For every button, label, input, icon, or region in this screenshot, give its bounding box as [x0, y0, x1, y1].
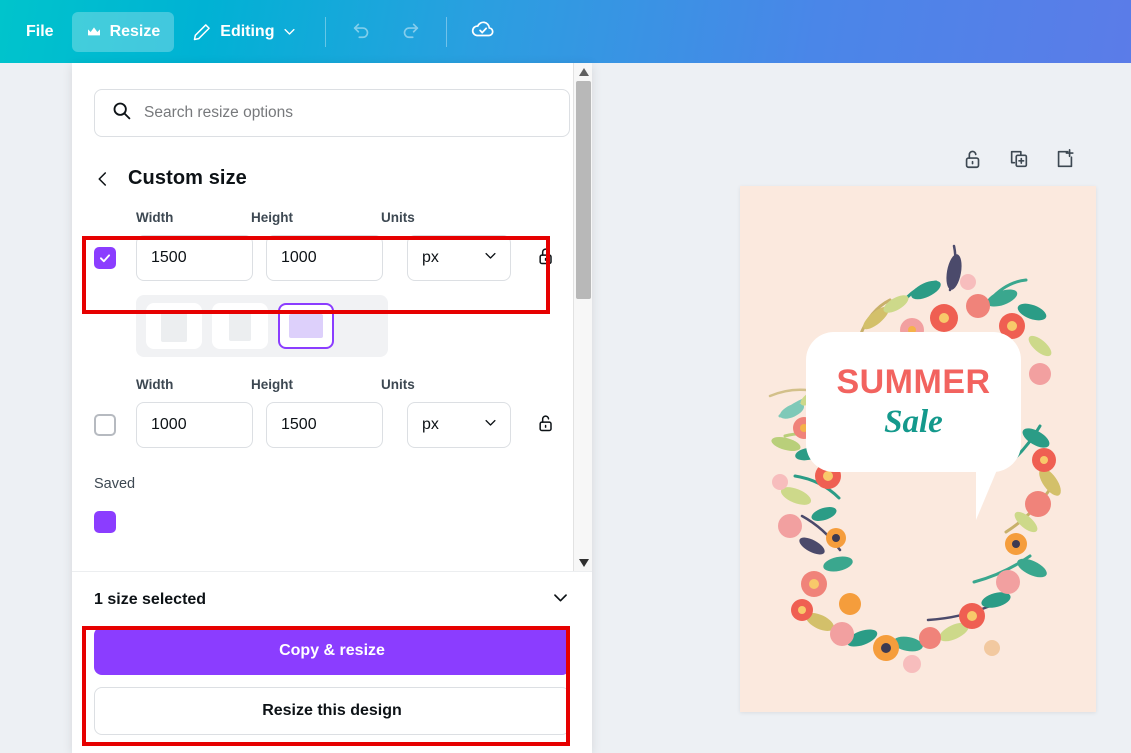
selected-summary-label: 1 size selected: [94, 590, 207, 608]
square-thumbnail-icon: [229, 311, 251, 341]
undo-icon: [351, 18, 373, 45]
undo-button[interactable]: [340, 10, 384, 54]
headline-text: SUMMER: [836, 363, 991, 401]
back-chevron-icon[interactable]: [94, 170, 112, 188]
size-row-2-lock-toggle[interactable]: [533, 412, 559, 438]
resize-this-design-button[interactable]: Resize this design: [94, 687, 570, 735]
add-page-button[interactable]: [1052, 148, 1078, 174]
scrollbar-down-arrow[interactable]: [574, 554, 592, 571]
scrollbar-up-arrow[interactable]: [574, 63, 592, 80]
size-row-1-labels: Width Height Units: [94, 210, 570, 225]
height-label: Height: [251, 210, 293, 225]
size-row-2: px: [94, 398, 570, 452]
lock-icon: [962, 148, 984, 175]
resize-panel: Custom size Width Height Units px: [72, 63, 592, 753]
resize-panel-scroll-area: Custom size Width Height Units px: [72, 63, 592, 571]
redo-icon: [399, 18, 421, 45]
panel-scrollbar[interactable]: [573, 63, 592, 571]
redo-button[interactable]: [388, 10, 432, 54]
search-box[interactable]: [94, 89, 570, 137]
editing-mode-label: Editing: [220, 22, 275, 40]
canva-editor-window: File Resize Editing Search resize option…: [0, 0, 1131, 753]
units-label: Units: [381, 210, 415, 225]
units-label-2: Units: [381, 377, 415, 392]
portrait-thumbnail-icon: [161, 310, 187, 342]
scrollbar-thumb[interactable]: [576, 81, 591, 299]
orientation-option-square[interactable]: [212, 303, 268, 349]
saved-section-label: Saved: [94, 476, 136, 492]
lock-button[interactable]: [960, 148, 986, 174]
file-menu-button[interactable]: File: [12, 12, 68, 52]
pencil-icon: [192, 22, 212, 42]
landscape-thumbnail-icon: [289, 314, 323, 338]
unlock-icon: [536, 413, 556, 438]
unlock-icon: [536, 246, 556, 271]
saved-size-item[interactable]: [94, 500, 570, 544]
canvas-page-tools: [960, 148, 1078, 174]
chevron-down-icon: [483, 248, 498, 268]
size-row-1-height-input[interactable]: [266, 235, 383, 281]
width-label: Width: [136, 210, 174, 225]
resize-button-label: Resize: [109, 22, 161, 40]
search-input[interactable]: [144, 104, 553, 122]
chevron-down-icon: [551, 588, 570, 612]
page-title: Custom size: [128, 167, 247, 189]
copy-and-resize-button[interactable]: Copy & resize: [94, 627, 570, 675]
size-row-2-labels: Width Height Units: [94, 377, 570, 392]
toolbar-divider-1: [325, 16, 327, 47]
size-row-2-width-input[interactable]: [136, 402, 253, 448]
width-label-2: Width: [136, 377, 174, 392]
summer-sale-text-card[interactable]: SUMMER Sale: [806, 332, 1021, 472]
saved-size-checkbox[interactable]: [94, 511, 116, 533]
scroll-fade: [72, 557, 592, 571]
top-toolbar: File Resize Editing: [0, 0, 1131, 63]
size-row-2-units-select[interactable]: px: [407, 402, 511, 448]
size-row-2-units-value: px: [422, 416, 439, 433]
orientation-option-portrait[interactable]: [146, 303, 202, 349]
size-row-1: px: [94, 231, 570, 285]
add-page-icon: [1054, 148, 1076, 175]
cloud-saved-button[interactable]: [461, 10, 505, 54]
size-row-1-lock-toggle[interactable]: [533, 245, 559, 271]
design-canvas[interactable]: SUMMER Sale: [740, 186, 1096, 712]
orientation-selector: [136, 295, 388, 357]
duplicate-page-icon: [1008, 148, 1030, 175]
selected-summary-bar[interactable]: 1 size selected: [72, 571, 592, 627]
size-row-1-units-select[interactable]: px: [407, 235, 511, 281]
breadcrumb: Custom size: [94, 167, 570, 190]
subline-text: Sale: [884, 404, 943, 440]
toolbar-divider-2: [446, 16, 448, 47]
editing-mode-button[interactable]: Editing: [178, 12, 311, 52]
duplicate-page-button[interactable]: [1006, 148, 1032, 174]
search-icon: [111, 100, 132, 126]
size-row-1-width-input[interactable]: [136, 235, 253, 281]
file-menu-label: File: [26, 22, 54, 40]
orientation-option-landscape[interactable]: [278, 303, 334, 349]
panel-actions: Copy & resize Resize this design: [72, 627, 592, 735]
height-label-2: Height: [251, 377, 293, 392]
cloud-saved-icon: [470, 16, 496, 47]
crown-icon: [86, 24, 102, 40]
resize-button[interactable]: Resize: [71, 11, 175, 52]
chevron-down-icon: [282, 24, 297, 39]
search-section: [94, 63, 570, 137]
size-row-2-checkbox[interactable]: [94, 414, 116, 436]
size-row-1-checkbox[interactable]: [94, 247, 116, 269]
size-row-1-units-value: px: [422, 249, 439, 266]
size-row-2-height-input[interactable]: [266, 402, 383, 448]
chevron-down-icon: [483, 415, 498, 435]
